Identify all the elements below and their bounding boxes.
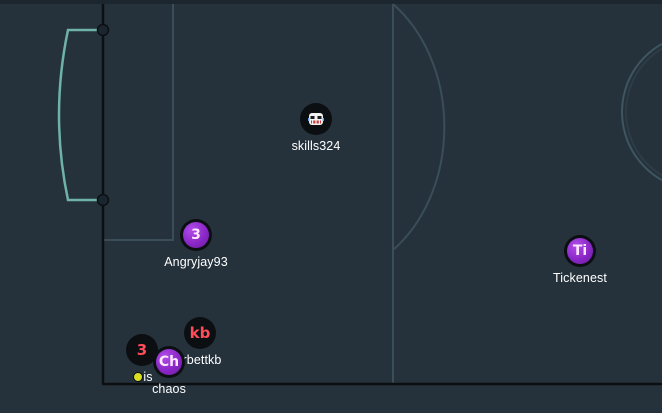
player-name: skills324 — [291, 139, 341, 153]
player-name: Angryjay93 — [164, 255, 228, 269]
goal-post-top — [96, 23, 110, 37]
pitch — [0, 0, 662, 413]
pitch-background — [0, 0, 662, 413]
player-avatar-text: Ti — [567, 238, 593, 264]
player-avatar: kb — [184, 317, 216, 349]
robot-face-icon — [308, 113, 324, 125]
player-name: chaos — [152, 382, 186, 396]
player-avatar: Ch — [153, 346, 185, 378]
player-avatar: Ti — [564, 235, 596, 267]
player-name: Tickenest — [553, 271, 607, 285]
player-avatar-text: kb — [187, 320, 213, 346]
player-avatar-text: Ch — [156, 349, 182, 375]
player-avatar-inner — [303, 106, 329, 132]
player-avatar-text: 3 — [183, 222, 209, 248]
ball — [133, 372, 143, 382]
goal-post-bottom — [96, 193, 110, 207]
player-avatar: 3 — [180, 219, 212, 251]
top-edge — [0, 0, 662, 4]
player-avatar — [300, 103, 332, 135]
player-avatar-text: 3 — [129, 337, 155, 363]
